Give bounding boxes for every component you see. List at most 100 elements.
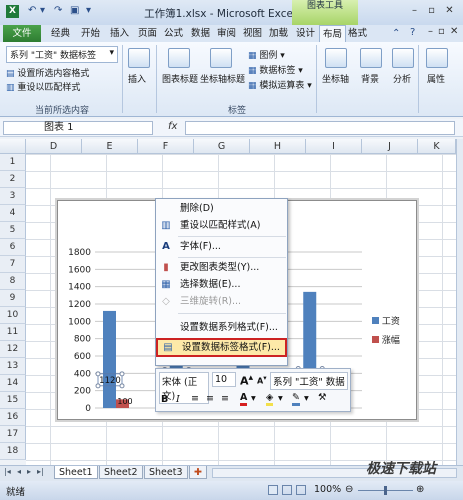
row-header[interactable]: 14 bbox=[0, 375, 26, 392]
zoom-in-icon[interactable]: ⊕ bbox=[416, 484, 424, 495]
salary-bar[interactable] bbox=[103, 310, 116, 408]
y-tick-label[interactable]: 1600 bbox=[68, 265, 91, 275]
close-icon[interactable]: ✕ bbox=[443, 4, 456, 17]
data-label[interactable]: 100 bbox=[117, 397, 132, 406]
row-header[interactable]: 7 bbox=[0, 256, 26, 273]
series-dropdown[interactable]: 系列 "工资" 数据 bbox=[270, 372, 348, 390]
chart-element-dropdown[interactable]: 系列 "工资" 数据标签 ▾ bbox=[6, 46, 118, 63]
row-header[interactable]: 18 bbox=[0, 443, 26, 460]
new-sheet-icon[interactable]: ✚ bbox=[189, 466, 207, 479]
axes-button[interactable]: 坐标轴 bbox=[322, 48, 349, 85]
restore-icon[interactable]: ▫ bbox=[425, 4, 438, 17]
sheet-nav-next-icon[interactable]: ▸ bbox=[27, 467, 31, 476]
customize-qat-icon[interactable]: ▾ bbox=[86, 5, 91, 16]
tab-file[interactable]: 文件 bbox=[3, 25, 41, 42]
tab-view[interactable]: 视图 bbox=[240, 25, 265, 42]
tab-addins[interactable]: 加载 bbox=[266, 25, 291, 42]
tab-design[interactable]: 设计 bbox=[293, 25, 318, 42]
minimize-icon[interactable]: – bbox=[408, 4, 421, 17]
legend-item[interactable]: 工资 bbox=[372, 314, 400, 327]
menu-item-font[interactable]: A 字体(F)... bbox=[156, 239, 287, 255]
data-table-button[interactable]: ▦ 模拟运算表 ▾ bbox=[248, 78, 312, 91]
y-tick-label[interactable]: 400 bbox=[74, 369, 91, 379]
data-labels-button[interactable]: ▦ 数据标签 ▾ bbox=[248, 63, 303, 76]
selection-handle[interactable] bbox=[119, 383, 125, 389]
undo-icon[interactable]: ↶ bbox=[28, 5, 36, 16]
menu-item-reset-style[interactable]: ▥ 重设以匹配样式(A) bbox=[156, 218, 287, 234]
sheet-nav-prev-icon[interactable]: ◂ bbox=[17, 467, 21, 476]
menu-item-delete[interactable]: 删除(D) bbox=[156, 201, 287, 217]
selection-handle[interactable] bbox=[119, 371, 125, 377]
menu-item-select-data[interactable]: ▦ 选择数据(E)... bbox=[156, 277, 287, 293]
workbook-restore-icon[interactable]: ▫ bbox=[438, 26, 445, 37]
reset-match-style-button[interactable]: ▥ 重设以匹配样式 bbox=[6, 80, 80, 93]
italic-button[interactable]: I bbox=[176, 394, 180, 405]
row-header[interactable]: 8 bbox=[0, 273, 26, 290]
tab-home[interactable]: 开始 bbox=[78, 25, 103, 42]
y-tick-label[interactable]: 600 bbox=[74, 352, 91, 362]
row-header[interactable]: 13 bbox=[0, 358, 26, 375]
save-icon[interactable]: ▣ bbox=[70, 5, 79, 16]
row-header[interactable]: 9 bbox=[0, 290, 26, 307]
sheet-nav-last-icon[interactable]: ▸| bbox=[37, 467, 44, 476]
formula-input[interactable] bbox=[185, 121, 455, 135]
sheet-nav-first-icon[interactable]: |◂ bbox=[4, 467, 11, 476]
undo-dropdown-icon[interactable]: ▾ bbox=[40, 5, 45, 16]
tab-formulas[interactable]: 公式 bbox=[161, 25, 186, 42]
page-layout-view-icon[interactable] bbox=[282, 485, 292, 495]
y-tick-label[interactable]: 1800 bbox=[68, 248, 91, 258]
align-left-button[interactable]: ≡ bbox=[191, 393, 199, 404]
select-all-corner[interactable] bbox=[0, 139, 26, 154]
bold-button[interactable]: B bbox=[161, 394, 168, 405]
sheet-tab[interactable]: Sheet2 bbox=[99, 466, 143, 479]
align-right-button[interactable]: ≡ bbox=[221, 393, 229, 404]
row-header[interactable]: 2 bbox=[0, 171, 26, 188]
fill-color-dropdown[interactable]: ▾ bbox=[278, 393, 283, 404]
menu-item-change-chart-type[interactable]: ▮ 更改图表类型(Y)... bbox=[156, 260, 287, 276]
minimize-ribbon-icon[interactable]: ⌃ bbox=[392, 28, 400, 39]
outline-color-button[interactable]: ✎ bbox=[292, 392, 300, 406]
column-header[interactable]: H bbox=[250, 139, 306, 154]
sheet-tab[interactable]: Sheet3 bbox=[144, 466, 188, 479]
grow-font-button[interactable]: A▴ bbox=[240, 372, 253, 388]
align-center-button[interactable]: ≡ bbox=[206, 393, 214, 404]
column-header[interactable]: K bbox=[418, 139, 456, 154]
column-header[interactable]: F bbox=[138, 139, 194, 154]
tab-insert[interactable]: 插入 bbox=[107, 25, 132, 42]
row-header[interactable]: 16 bbox=[0, 409, 26, 426]
column-header[interactable]: J bbox=[362, 139, 418, 154]
y-tick-label[interactable]: 1000 bbox=[68, 317, 91, 327]
workbook-minimize-icon[interactable]: – bbox=[428, 26, 433, 37]
row-header[interactable]: 5 bbox=[0, 222, 26, 239]
row-header[interactable]: 12 bbox=[0, 341, 26, 358]
chart-title-button[interactable]: 图表标题 bbox=[162, 48, 198, 85]
outline-color-dropdown[interactable]: ▾ bbox=[304, 393, 309, 404]
row-header[interactable]: 10 bbox=[0, 307, 26, 324]
tab-format[interactable]: 格式 bbox=[345, 25, 370, 42]
legend-button[interactable]: ▦ 图例 ▾ bbox=[248, 48, 285, 61]
analysis-button[interactable]: 分析 bbox=[390, 48, 414, 85]
row-header[interactable]: 3 bbox=[0, 188, 26, 205]
normal-view-icon[interactable] bbox=[268, 485, 278, 495]
y-tick-label[interactable]: 1400 bbox=[68, 283, 91, 293]
fill-color-button[interactable]: ◈ bbox=[266, 392, 274, 406]
shrink-font-button[interactable]: A▾ bbox=[257, 374, 267, 386]
column-header[interactable]: G bbox=[194, 139, 250, 154]
tab-classic[interactable]: 经典 bbox=[48, 25, 73, 42]
vertical-scrollbar[interactable] bbox=[456, 139, 463, 465]
zoom-level[interactable]: 100% bbox=[314, 484, 341, 495]
axis-titles-button[interactable]: 坐标轴标题 bbox=[200, 48, 245, 85]
help-icon[interactable]: ? bbox=[410, 27, 415, 38]
background-button[interactable]: 背景 bbox=[358, 48, 382, 85]
tab-layout[interactable]: 布局 bbox=[319, 25, 347, 42]
page-break-view-icon[interactable] bbox=[296, 485, 306, 495]
row-header[interactable]: 4 bbox=[0, 205, 26, 222]
row-header[interactable]: 11 bbox=[0, 324, 26, 341]
font-size-dropdown[interactable]: 10 bbox=[212, 372, 236, 387]
row-header[interactable]: 1 bbox=[0, 154, 26, 171]
font-color-dropdown[interactable]: ▾ bbox=[251, 393, 256, 404]
zoom-slider-thumb[interactable] bbox=[384, 486, 387, 495]
y-tick-label[interactable]: 1200 bbox=[68, 300, 91, 310]
column-header[interactable]: D bbox=[26, 139, 82, 154]
selection-handle[interactable] bbox=[95, 371, 101, 377]
